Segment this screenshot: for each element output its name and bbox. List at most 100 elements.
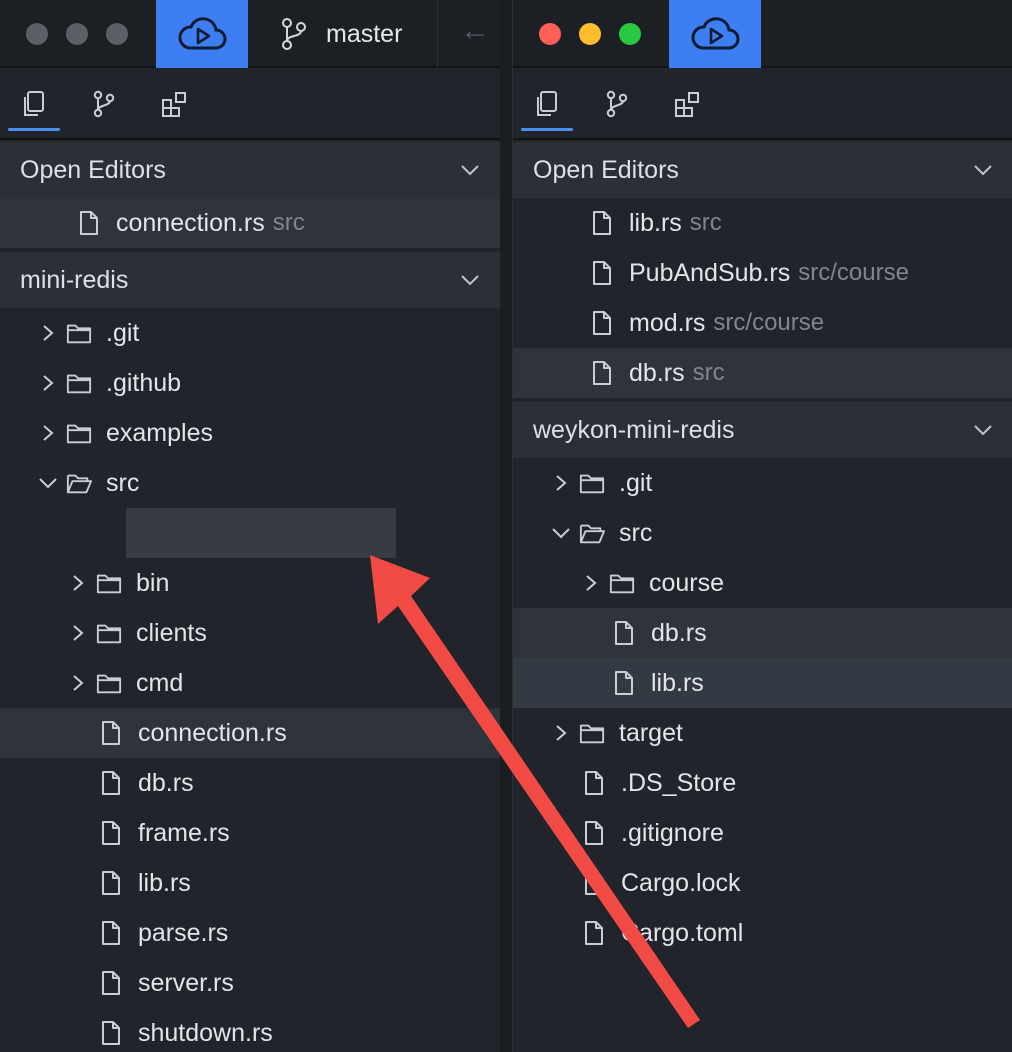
- item-name: .gitignore: [621, 818, 724, 847]
- chevron-down-icon[interactable]: [38, 473, 58, 493]
- git-tab[interactable]: [601, 88, 633, 120]
- rename-input-placeholder[interactable]: [126, 508, 396, 558]
- file-icon: [581, 919, 607, 947]
- folder-icon: [66, 319, 92, 347]
- tree-file-item[interactable]: Cargo.lock: [513, 858, 1012, 908]
- file-icon: [98, 719, 124, 747]
- zoom-button[interactable]: [619, 23, 641, 45]
- back-arrow-icon[interactable]: ←: [460, 14, 490, 48]
- item-name: frame.rs: [138, 818, 230, 847]
- tree-file-item[interactable]: lib.rs src: [513, 198, 1012, 248]
- tree-file-item[interactable]: mod.rs src/course: [513, 298, 1012, 348]
- open-editor-item[interactable]: connection.rs src: [0, 198, 500, 248]
- git-branch-icon: [93, 90, 115, 118]
- chevron-right-icon[interactable]: [581, 573, 601, 593]
- item-name: target: [619, 718, 683, 747]
- files-tab[interactable]: [18, 88, 50, 120]
- minimize-button[interactable]: [66, 23, 88, 45]
- file-icon: [581, 819, 607, 847]
- extensions-tab[interactable]: [671, 88, 703, 120]
- chevron-right-icon[interactable]: [68, 623, 88, 643]
- cloud-play-icon: [178, 17, 227, 50]
- folder-icon: [96, 569, 122, 597]
- tree-folder-item[interactable]: src: [0, 458, 500, 508]
- file-icon: [98, 819, 124, 847]
- tree-file-item[interactable]: connection.rs: [0, 708, 500, 758]
- chevron-down-icon: [461, 275, 479, 286]
- tree-file-item[interactable]: parse.rs: [0, 908, 500, 958]
- folder-icon: [96, 669, 122, 697]
- item-name: db.rs: [138, 768, 194, 797]
- minimize-button[interactable]: [579, 23, 601, 45]
- project-title: mini-redis: [20, 265, 129, 294]
- chevron-right-icon[interactable]: [38, 323, 58, 343]
- tree-file-item[interactable]: db.rs src: [513, 348, 1012, 398]
- tree-file-item[interactable]: server.rs: [0, 958, 500, 1008]
- tree-file-item[interactable]: db.rs: [0, 758, 500, 808]
- tree-folder-item[interactable]: bin: [0, 558, 500, 608]
- tree-folder-item[interactable]: cmd: [0, 658, 500, 708]
- tree-file-item[interactable]: db.rs: [513, 608, 1012, 658]
- branch-selector[interactable]: master: [248, 0, 438, 68]
- item-name: lib.rs: [629, 208, 682, 237]
- chevron-right-icon[interactable]: [68, 573, 88, 593]
- item-name: mod.rs: [629, 308, 706, 337]
- item-name: Cargo.toml: [621, 918, 744, 947]
- git-tab[interactable]: [88, 88, 120, 120]
- tree-file-item[interactable]: lib.rs: [0, 858, 500, 908]
- active-tab-indicator: [8, 128, 60, 131]
- close-button[interactable]: [26, 23, 48, 45]
- tree-file-item[interactable]: .gitignore: [513, 808, 1012, 858]
- open-editors-header[interactable]: Open Editors: [513, 142, 1012, 198]
- chevron-down-icon[interactable]: [551, 523, 571, 543]
- app-cloud-button[interactable]: [669, 0, 761, 68]
- tree-file-item[interactable]: .DS_Store: [513, 758, 1012, 808]
- tree-folder-item[interactable]: examples: [0, 408, 500, 458]
- item-name: parse.rs: [138, 918, 229, 947]
- item-name: PubAndSub.rs: [629, 258, 791, 287]
- item-name: .git: [619, 468, 653, 497]
- tree-file-item[interactable]: shutdown.rs: [0, 1008, 500, 1052]
- tree-folder-item[interactable]: target: [513, 708, 1012, 758]
- tree-folder-item[interactable]: .github: [0, 358, 500, 408]
- folder-open-icon: [579, 519, 605, 547]
- tree-file-item[interactable]: Cargo.toml: [513, 908, 1012, 958]
- app-cloud-button[interactable]: [156, 0, 248, 68]
- tree-file-item[interactable]: PubAndSub.rs src/course: [513, 248, 1012, 298]
- file-icon: [98, 869, 124, 897]
- chevron-right-icon[interactable]: [38, 373, 58, 393]
- close-button[interactable]: [539, 23, 561, 45]
- chevron-right-icon[interactable]: [551, 723, 571, 743]
- file-icon: [581, 869, 607, 897]
- tree-file-item[interactable]: lib.rs: [513, 658, 1012, 708]
- extensions-tab[interactable]: [158, 88, 190, 120]
- chevron-right-icon[interactable]: [38, 423, 58, 443]
- tree-folder-item[interactable]: .git: [0, 308, 500, 358]
- tree-folder-item[interactable]: clients: [0, 608, 500, 658]
- file-icon: [581, 769, 607, 797]
- tree-file-item[interactable]: frame.rs: [0, 808, 500, 858]
- folder-icon: [66, 419, 92, 447]
- tree-folder-item[interactable]: course: [513, 558, 1012, 608]
- zoom-button[interactable]: [106, 23, 128, 45]
- item-name: .github: [106, 368, 182, 397]
- files-tab[interactable]: [531, 88, 563, 120]
- tree-folder-item[interactable]: .git: [513, 458, 1012, 508]
- project-header[interactable]: mini-redis: [0, 252, 500, 308]
- chevron-down-icon: [461, 165, 479, 176]
- item-name: lib.rs: [138, 868, 191, 897]
- file-icon: [611, 619, 637, 647]
- chevron-down-icon: [974, 425, 992, 436]
- chevron-right-icon[interactable]: [551, 473, 571, 493]
- file-icon: [589, 259, 615, 287]
- item-name: db.rs: [651, 618, 707, 647]
- chevron-right-icon[interactable]: [68, 673, 88, 693]
- project-header[interactable]: weykon-mini-redis: [513, 402, 1012, 458]
- file-icon: [589, 209, 615, 237]
- tree-folder-item[interactable]: src: [513, 508, 1012, 558]
- item-name: lib.rs: [651, 668, 704, 697]
- item-name: clients: [136, 618, 207, 647]
- open-editors-header[interactable]: Open Editors: [0, 142, 500, 198]
- item-path: src: [689, 209, 722, 236]
- active-tab-indicator: [521, 128, 573, 131]
